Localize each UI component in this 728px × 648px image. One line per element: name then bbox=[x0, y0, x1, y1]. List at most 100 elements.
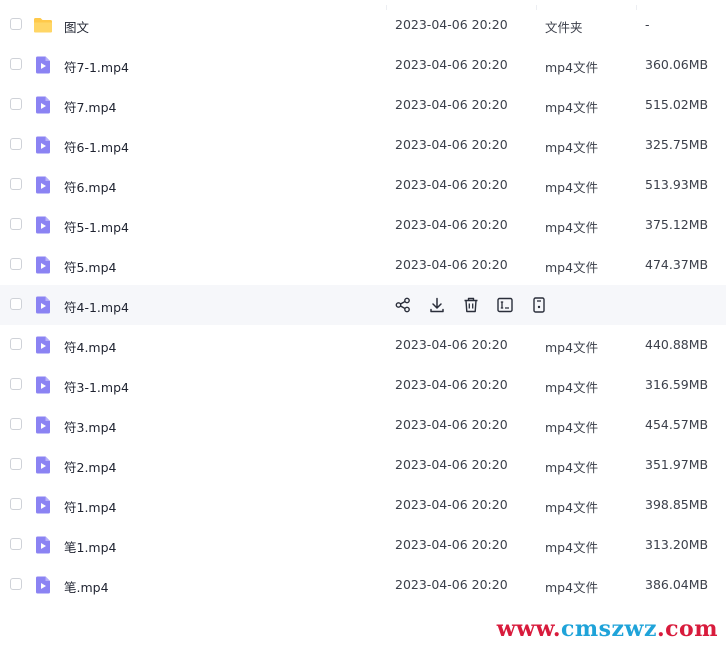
file-name[interactable]: 符4-1.mp4 bbox=[64, 297, 129, 316]
video-file-icon bbox=[33, 535, 53, 555]
row-checkbox[interactable] bbox=[10, 258, 22, 270]
file-row[interactable]: 符5.mp4 2023-04-06 20:20 mp4文件 474.37MB bbox=[0, 245, 726, 285]
file-name[interactable]: 符3.mp4 bbox=[64, 417, 117, 436]
modified-time: 2023-04-06 20:20 bbox=[395, 377, 508, 392]
file-name[interactable]: 图文 bbox=[64, 17, 89, 36]
video-file-icon bbox=[33, 95, 53, 115]
file-name[interactable]: 符4.mp4 bbox=[64, 337, 117, 356]
file-row[interactable]: 符6-1.mp4 2023-04-06 20:20 mp4文件 325.75MB bbox=[0, 125, 726, 165]
file-name[interactable]: 符6.mp4 bbox=[64, 177, 117, 196]
file-size: 360.06MB bbox=[645, 57, 709, 72]
row-checkbox[interactable] bbox=[10, 298, 22, 310]
file-row[interactable]: 符4-1.mp4 bbox=[0, 285, 726, 325]
row-actions bbox=[394, 296, 548, 314]
file-size: - bbox=[645, 17, 650, 32]
file-size: 375.12MB bbox=[645, 217, 709, 232]
file-size: 398.85MB bbox=[645, 497, 709, 512]
file-size: 513.93MB bbox=[645, 177, 709, 192]
file-type: mp4文件 bbox=[545, 420, 599, 435]
file-list: 图文 2023-04-06 20:20 文件夹 - 符7-1.mp4 2023-04-06… bbox=[0, 5, 726, 605]
file-name[interactable]: 笔1.mp4 bbox=[64, 537, 117, 556]
file-size: 440.88MB bbox=[645, 337, 709, 352]
file-name[interactable]: 符3-1.mp4 bbox=[64, 377, 129, 396]
file-row[interactable]: 符1.mp4 2023-04-06 20:20 mp4文件 398.85MB bbox=[0, 485, 726, 525]
row-checkbox[interactable] bbox=[10, 18, 22, 30]
row-checkbox[interactable] bbox=[10, 58, 22, 70]
row-checkbox[interactable] bbox=[10, 538, 22, 550]
rename-icon[interactable] bbox=[496, 296, 514, 314]
file-type: mp4文件 bbox=[545, 220, 599, 235]
modified-time: 2023-04-06 20:20 bbox=[395, 97, 508, 112]
file-row[interactable]: 笔.mp4 2023-04-06 20:20 mp4文件 386.04MB bbox=[0, 565, 726, 605]
file-size: 474.37MB bbox=[645, 257, 709, 272]
watermark-part: .com bbox=[656, 616, 718, 642]
file-size: 313.20MB bbox=[645, 537, 709, 552]
file-row[interactable]: 符6.mp4 2023-04-06 20:20 mp4文件 513.93MB bbox=[0, 165, 726, 205]
row-checkbox[interactable] bbox=[10, 578, 22, 590]
file-type: mp4文件 bbox=[545, 460, 599, 475]
video-file-icon bbox=[33, 255, 53, 275]
file-type: mp4文件 bbox=[545, 100, 599, 115]
row-checkbox[interactable] bbox=[10, 418, 22, 430]
file-row[interactable]: 图文 2023-04-06 20:20 文件夹 - bbox=[0, 5, 726, 45]
file-size: 316.59MB bbox=[645, 377, 709, 392]
file-name[interactable]: 符6-1.mp4 bbox=[64, 137, 129, 156]
row-checkbox[interactable] bbox=[10, 458, 22, 470]
row-checkbox[interactable] bbox=[10, 338, 22, 350]
file-name[interactable]: 符5-1.mp4 bbox=[64, 217, 129, 236]
modified-time: 2023-04-06 20:20 bbox=[395, 217, 508, 232]
more-icon[interactable] bbox=[530, 296, 548, 314]
row-checkbox[interactable] bbox=[10, 218, 22, 230]
video-file-icon bbox=[33, 375, 53, 395]
modified-time: 2023-04-06 20:20 bbox=[395, 177, 508, 192]
file-type: mp4文件 bbox=[545, 140, 599, 155]
video-file-icon bbox=[33, 335, 53, 355]
video-file-icon bbox=[33, 295, 53, 315]
share-icon[interactable] bbox=[394, 296, 412, 314]
file-row[interactable]: 符2.mp4 2023-04-06 20:20 mp4文件 351.97MB bbox=[0, 445, 726, 485]
row-checkbox[interactable] bbox=[10, 378, 22, 390]
watermark-part: cmszwz bbox=[561, 616, 657, 642]
file-name[interactable]: 符5.mp4 bbox=[64, 257, 117, 276]
modified-time: 2023-04-06 20:20 bbox=[395, 137, 508, 152]
row-checkbox[interactable] bbox=[10, 138, 22, 150]
file-row[interactable]: 符3-1.mp4 2023-04-06 20:20 mp4文件 316.59MB bbox=[0, 365, 726, 405]
file-type: mp4文件 bbox=[545, 340, 599, 355]
modified-time: 2023-04-06 20:20 bbox=[395, 417, 508, 432]
download-icon[interactable] bbox=[428, 296, 446, 314]
video-file-icon bbox=[33, 55, 53, 75]
file-type: mp4文件 bbox=[545, 260, 599, 275]
watermark: www.cmszwz.com bbox=[497, 616, 718, 642]
row-checkbox[interactable] bbox=[10, 178, 22, 190]
file-row[interactable]: 符7.mp4 2023-04-06 20:20 mp4文件 515.02MB bbox=[0, 85, 726, 125]
modified-time: 2023-04-06 20:20 bbox=[395, 257, 508, 272]
file-name[interactable]: 符7.mp4 bbox=[64, 97, 117, 116]
file-type: mp4文件 bbox=[545, 180, 599, 195]
file-row[interactable]: 笔1.mp4 2023-04-06 20:20 mp4文件 313.20MB bbox=[0, 525, 726, 565]
file-name[interactable]: 符1.mp4 bbox=[64, 497, 117, 516]
row-checkbox[interactable] bbox=[10, 498, 22, 510]
file-row[interactable]: 符5-1.mp4 2023-04-06 20:20 mp4文件 375.12MB bbox=[0, 205, 726, 245]
video-file-icon bbox=[33, 415, 53, 435]
watermark-part: www. bbox=[496, 616, 561, 642]
delete-icon[interactable] bbox=[462, 296, 480, 314]
file-name[interactable]: 笔.mp4 bbox=[64, 577, 109, 596]
video-file-icon bbox=[33, 495, 53, 515]
file-size: 454.57MB bbox=[645, 417, 709, 432]
file-type: mp4文件 bbox=[545, 540, 599, 555]
modified-time: 2023-04-06 20:20 bbox=[395, 17, 508, 32]
file-rows: 图文 2023-04-06 20:20 文件夹 - 符7-1.mp4 2023-04-06… bbox=[0, 5, 726, 605]
file-row[interactable]: 符4.mp4 2023-04-06 20:20 mp4文件 440.88MB bbox=[0, 325, 726, 365]
file-name[interactable]: 符7-1.mp4 bbox=[64, 57, 129, 76]
folder-icon bbox=[33, 15, 53, 35]
file-row[interactable]: 符7-1.mp4 2023-04-06 20:20 mp4文件 360.06MB bbox=[0, 45, 726, 85]
file-name[interactable]: 符2.mp4 bbox=[64, 457, 117, 476]
row-checkbox[interactable] bbox=[10, 98, 22, 110]
video-file-icon bbox=[33, 215, 53, 235]
file-row[interactable]: 符3.mp4 2023-04-06 20:20 mp4文件 454.57MB bbox=[0, 405, 726, 445]
modified-time: 2023-04-06 20:20 bbox=[395, 497, 508, 512]
file-type: 文件夹 bbox=[545, 20, 583, 35]
video-file-icon bbox=[33, 455, 53, 475]
file-type: mp4文件 bbox=[545, 500, 599, 515]
file-type: mp4文件 bbox=[545, 580, 599, 595]
